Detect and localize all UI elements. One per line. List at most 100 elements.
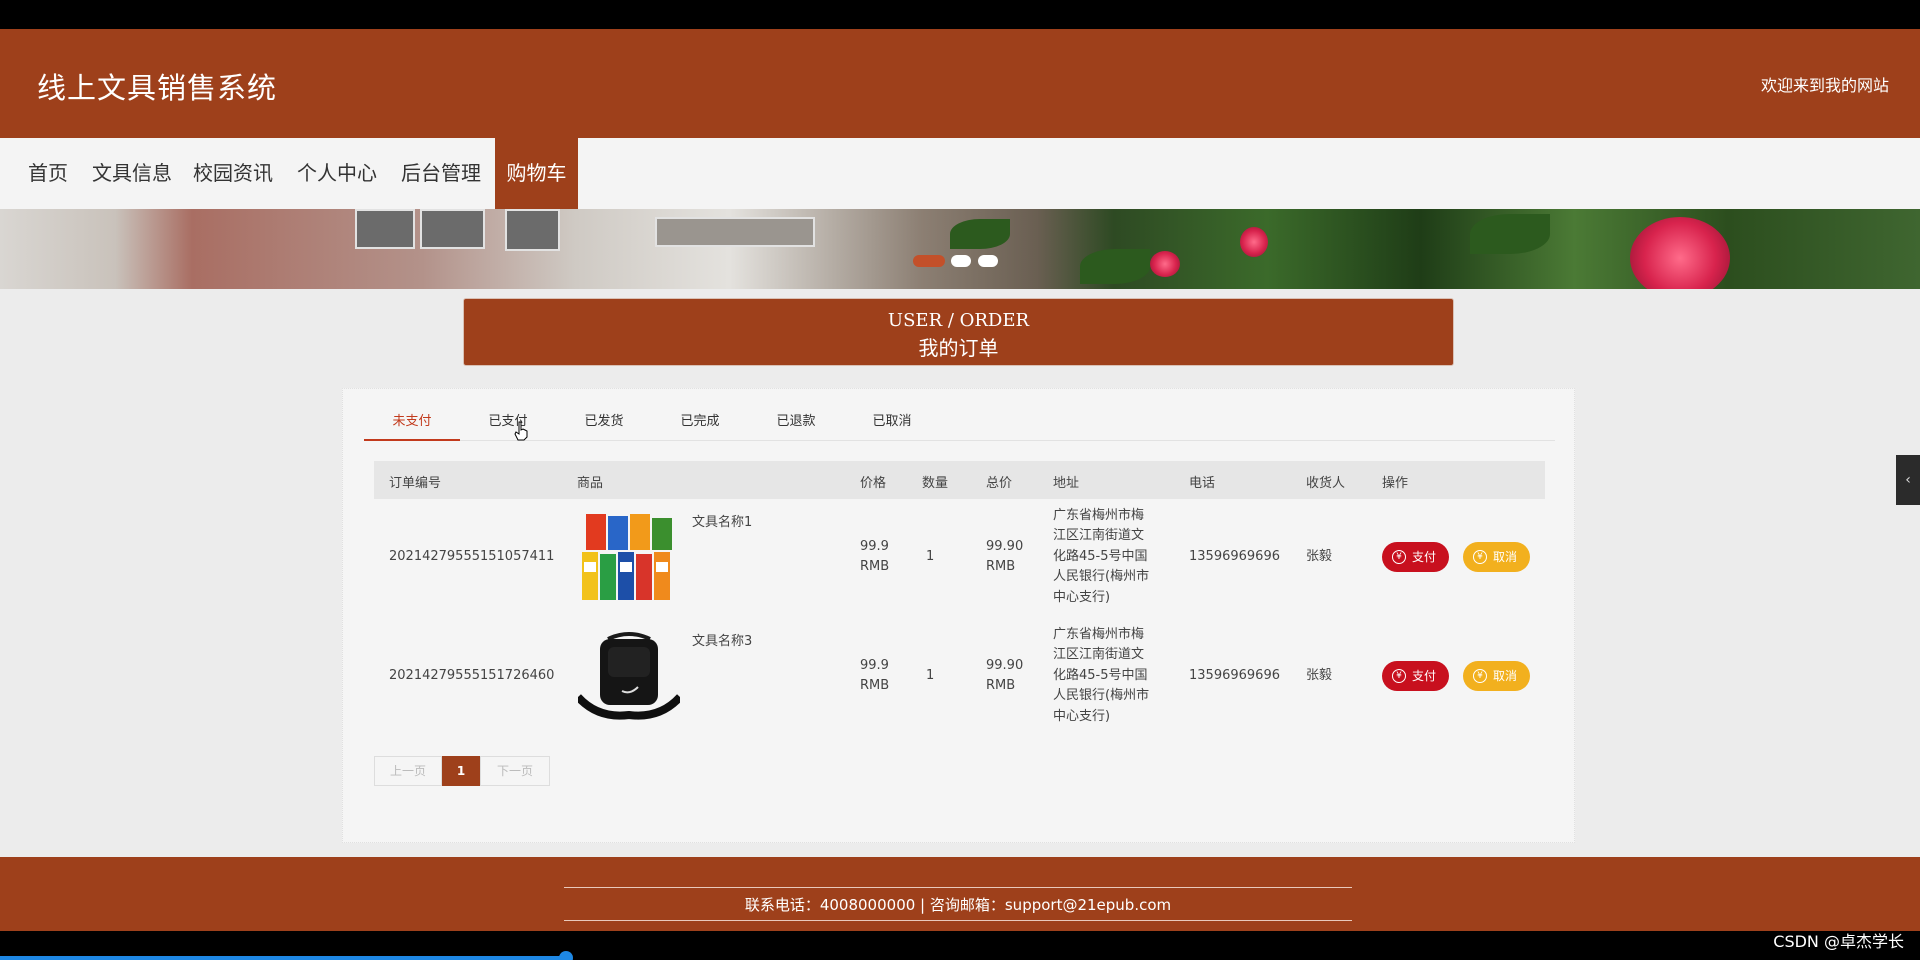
carousel-dot[interactable]: [951, 255, 971, 267]
address-line: 江区江南街道文: [1053, 528, 1145, 543]
phone: 13596969696: [1189, 668, 1280, 683]
site-footer: 联系电话：4008000000 | 咨询邮箱：support@21epub.co…: [0, 857, 1920, 931]
tab-refunded[interactable]: 已退款: [748, 410, 844, 441]
table-row: 20214279555151726460 文具名称3 99.9 RMB 1 99…: [374, 618, 1545, 737]
column-header: 价格: [860, 476, 887, 491]
address-line: 江区江南街道文: [1053, 647, 1145, 662]
address-line: 中心支行): [1053, 590, 1111, 605]
pay-button-label: 支付: [1412, 550, 1437, 564]
price-unit: RMB: [860, 559, 890, 574]
top-black-bar: [0, 0, 1920, 29]
tab-cancelled[interactable]: 已取消: [844, 410, 940, 441]
watermark-text: CSDN @卓杰学长: [1773, 932, 1904, 951]
tab-completed[interactable]: 已完成: [652, 410, 748, 441]
hand-cursor-icon: [514, 421, 528, 441]
site-title[interactable]: 线上文具销售系统: [37, 65, 277, 107]
order-banner-title-en: USER / ORDER: [887, 310, 1030, 331]
phone: 13596969696: [1189, 549, 1280, 564]
total-value: 99.90: [986, 658, 1024, 673]
welcome-text: 欢迎来到我的网站: [1760, 76, 1889, 95]
nav-item-user-center[interactable]: 个人中心: [292, 138, 382, 209]
yen-icon: ¥: [1473, 669, 1487, 683]
address-line: 中心支行): [1053, 709, 1111, 724]
cancel-button-label: 取消: [1493, 550, 1518, 564]
pay-button-label: 支付: [1412, 669, 1437, 683]
tab-unpaid[interactable]: 未支付: [364, 410, 460, 441]
screen: 线上文具销售系统 欢迎来到我的网站 首页 文具信息 校园资讯 个人中心 后台管理…: [0, 0, 1920, 960]
banner-leaf: [950, 219, 1010, 249]
side-collapse-tab[interactable]: ‹: [1896, 455, 1920, 505]
order-page-banner: USER / ORDER 我的订单: [463, 298, 1454, 366]
main-nav: 首页 文具信息 校园资讯 个人中心 后台管理 购物车: [0, 138, 1920, 209]
footer-contact: 联系电话：4008000000 | 咨询邮箱：support@21epub.co…: [744, 896, 1172, 914]
carousel-dot-active[interactable]: [913, 255, 945, 267]
chevron-left-icon: ‹: [1905, 472, 1911, 488]
next-page-button[interactable]: 下一页: [480, 756, 550, 786]
product-name[interactable]: 文具名称3: [692, 632, 752, 652]
column-header: 总价: [986, 476, 1013, 491]
banner-flower: [1240, 227, 1268, 257]
column-header: 订单编号: [389, 476, 442, 491]
total-unit: RMB: [986, 678, 1016, 693]
pay-button[interactable]: ¥ 支付: [1382, 542, 1449, 572]
snack-pack-image[interactable]: [578, 512, 680, 604]
address-line: 人民银行(梅州市: [1053, 569, 1150, 584]
banner-window: [420, 209, 485, 249]
yen-icon: ¥: [1392, 669, 1406, 683]
column-header: 地址: [1053, 476, 1080, 491]
video-progress-bar[interactable]: [0, 956, 566, 960]
cancel-button[interactable]: ¥ 取消: [1463, 542, 1530, 572]
banner-window: [355, 209, 415, 249]
column-header: 收货人: [1306, 476, 1346, 491]
product-name[interactable]: 文具名称1: [692, 513, 752, 533]
video-progress-knob[interactable]: [559, 951, 573, 960]
column-header: 数量: [922, 476, 949, 491]
address-line: 广东省梅州市梅: [1053, 627, 1145, 642]
footer-divider: [564, 920, 1352, 921]
order-banner-title-cn: 我的订单: [918, 336, 999, 360]
banner-carousel: [0, 209, 1920, 289]
banner-flower: [1630, 217, 1730, 289]
nav-item-admin[interactable]: 后台管理: [396, 138, 486, 209]
page-number-current[interactable]: 1: [442, 756, 480, 786]
order-number: 20214279555151726460: [389, 668, 555, 683]
nav-item-home[interactable]: 首页: [18, 138, 78, 209]
order-number: 20214279555151057411: [389, 549, 555, 564]
price-unit: RMB: [860, 678, 890, 693]
column-header: 商品: [577, 476, 604, 491]
column-header: 操作: [1382, 476, 1409, 491]
yen-icon: ¥: [1473, 550, 1487, 564]
site-header: 线上文具销售系统 欢迎来到我的网站: [0, 29, 1920, 138]
carousel-dot[interactable]: [978, 255, 998, 267]
prev-page-button[interactable]: 上一页: [374, 756, 442, 786]
video-player-bar: CSDN @卓杰学长: [0, 931, 1920, 960]
black-bag-image[interactable]: [578, 631, 680, 723]
address-line: 化路45-5号中国: [1053, 549, 1148, 564]
tab-shipped[interactable]: 已发货: [556, 410, 652, 441]
receiver: 张毅: [1306, 668, 1333, 683]
receiver: 张毅: [1306, 549, 1333, 564]
price-value: 99.9: [860, 539, 889, 554]
table-row: 20214279555151057411 文具名称1 99.9 RMB 1 99…: [374, 499, 1545, 618]
banner-leaf: [1470, 214, 1550, 254]
total-value: 99.90: [986, 539, 1024, 554]
banner-window: [505, 209, 560, 251]
banner-balcony: [655, 217, 815, 247]
pay-button[interactable]: ¥ 支付: [1382, 661, 1449, 691]
nav-item-news[interactable]: 校园资讯: [188, 138, 278, 209]
address-line: 广东省梅州市梅: [1053, 508, 1145, 523]
cancel-button-label: 取消: [1493, 669, 1518, 683]
cancel-button[interactable]: ¥ 取消: [1463, 661, 1530, 691]
yen-icon: ¥: [1392, 550, 1406, 564]
tab-paid[interactable]: 已支付: [460, 410, 556, 441]
order-panel: 未支付 已支付 已发货 已完成 已退款 已取消 订单编号 商品 价格 数量 总价…: [342, 388, 1575, 843]
address-line: 人民银行(梅州市: [1053, 688, 1150, 703]
address-line: 化路45-5号中国: [1053, 668, 1148, 683]
banner-leaf: [1080, 249, 1150, 284]
table-header: 订单编号 商品 价格 数量 总价 地址 电话 收货人 操作: [374, 461, 1545, 499]
nav-item-stationery[interactable]: 文具信息: [88, 138, 176, 209]
order-status-tabs: 未支付 已支付 已发货 已完成 已退款 已取消: [364, 389, 1555, 441]
price-value: 99.9: [860, 658, 889, 673]
total-unit: RMB: [986, 559, 1016, 574]
nav-item-cart[interactable]: 购物车: [495, 138, 578, 209]
